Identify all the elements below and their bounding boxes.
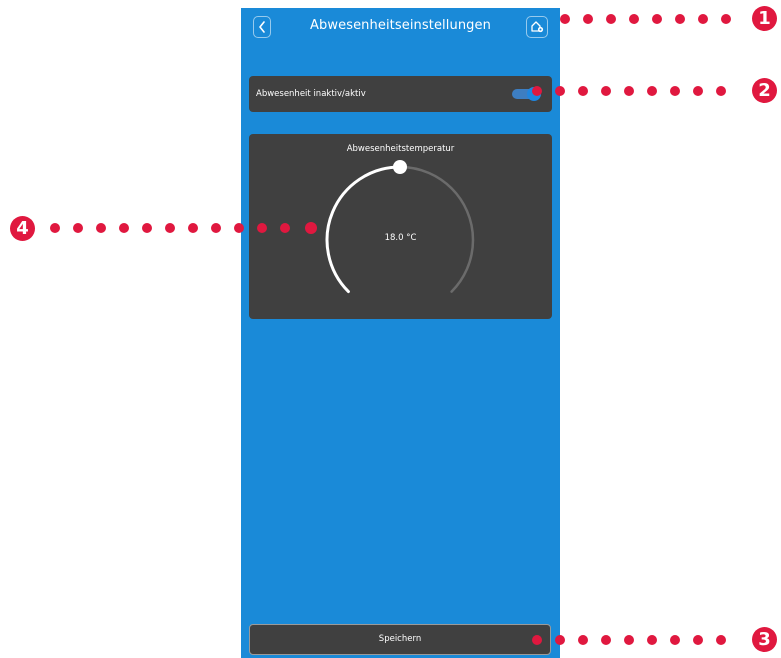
callout-3-badge: 3 xyxy=(752,627,777,652)
callout-dots-3 xyxy=(532,635,726,645)
callout-4-badge: 4 xyxy=(10,216,35,241)
callout-dots-2 xyxy=(532,86,726,96)
callout-overlay xyxy=(50,14,731,645)
callout-dots-4 xyxy=(50,222,317,234)
callout-2-badge: 2 xyxy=(752,78,777,103)
callout-dots-1 xyxy=(560,14,731,24)
callout-1-badge: 1 xyxy=(752,6,777,31)
